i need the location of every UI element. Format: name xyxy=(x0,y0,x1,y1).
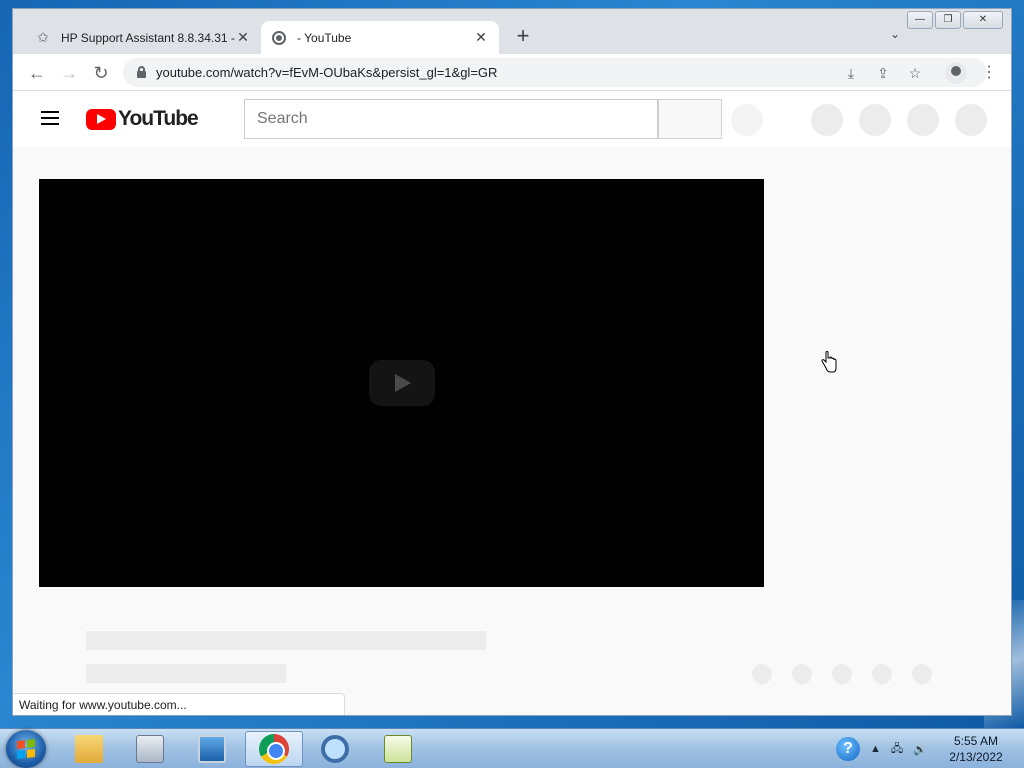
reload-button[interactable]: ↻ xyxy=(89,61,113,85)
taskbar-notepad-button[interactable] xyxy=(369,731,427,767)
taskbar-explorer-button[interactable] xyxy=(60,731,118,767)
youtube-logo-text: YouTube xyxy=(118,107,199,130)
skeleton-subtitle xyxy=(86,664,286,683)
globe-icon xyxy=(271,30,287,46)
skeleton-action-2 xyxy=(792,664,812,684)
address-bar[interactable]: youtube.com/watch?v=fEvM-OUbaKs&persist_… xyxy=(123,58,987,87)
search-input[interactable] xyxy=(244,99,658,139)
minimize-button[interactable]: — xyxy=(907,11,933,29)
hamburger-menu-icon[interactable] xyxy=(41,111,61,125)
clock-time: 5:55 AM xyxy=(953,734,999,748)
skeleton-action-3 xyxy=(832,664,852,684)
tab-search-icon[interactable]: ⌄ xyxy=(885,27,905,47)
tab-strip: ✩ HP Support Assistant 8.8.34.31 - ✕ - Y… xyxy=(13,9,1011,54)
skeleton-icon-2 xyxy=(859,104,891,136)
tab-title: HP Support Assistant 8.8.34.31 - xyxy=(61,30,235,45)
tab-youtube[interactable]: - YouTube ✕ xyxy=(261,21,499,54)
monitor-icon xyxy=(198,735,226,763)
clock-date: 2/13/2022 xyxy=(949,750,1003,764)
taskbar-remote-desktop-button[interactable] xyxy=(183,731,241,767)
close-icon[interactable]: ✕ xyxy=(473,29,489,46)
youtube-header: YouTube xyxy=(13,91,1011,147)
bookmark-star-icon[interactable]: ☆ xyxy=(905,63,925,83)
volume-icon[interactable]: 🔊 xyxy=(913,743,927,756)
profile-avatar-icon[interactable] xyxy=(945,62,967,84)
taskbar-calculator-button[interactable] xyxy=(121,731,179,767)
forward-button[interactable]: → xyxy=(57,61,81,85)
hand-cursor-icon xyxy=(821,351,837,373)
browser-toolbar: ← → ↻ youtube.com/watch?v=fEvM-OUbaKs&pe… xyxy=(13,54,1011,91)
search-button[interactable] xyxy=(658,99,722,139)
new-tab-button[interactable]: + xyxy=(511,25,535,49)
skeleton-voice-button xyxy=(731,104,763,136)
browser-window: ✩ HP Support Assistant 8.8.34.31 - ✕ - Y… xyxy=(12,8,1012,716)
chrome-icon xyxy=(259,734,289,764)
play-button-icon[interactable] xyxy=(369,360,435,406)
lock-icon[interactable] xyxy=(137,66,146,78)
network-icon[interactable]: 🖧 xyxy=(891,740,903,759)
back-button[interactable]: ← xyxy=(25,61,49,85)
start-button[interactable] xyxy=(6,730,46,768)
show-hidden-icons-icon[interactable]: ▲ xyxy=(870,743,881,755)
taskbar-chrome-button[interactable] xyxy=(245,731,303,767)
close-icon[interactable]: ✕ xyxy=(235,29,251,46)
install-icon[interactable]: ⤓ xyxy=(841,63,861,83)
status-bar: Waiting for www.youtube.com... xyxy=(13,693,345,715)
youtube-page: YouTube Waiting for www.youtube.com... xyxy=(13,91,1011,715)
tab-hp-support-assistant[interactable]: ✩ HP Support Assistant 8.8.34.31 - ✕ xyxy=(25,21,261,54)
taskbar: ? ▲ 🖧 🔊 5:55 AM 2/13/2022 xyxy=(0,728,1024,768)
video-player[interactable] xyxy=(39,179,764,587)
browser-menu-icon[interactable]: ⋮ xyxy=(981,62,997,84)
windows-flag-icon xyxy=(17,739,35,759)
restore-button[interactable]: ❐ xyxy=(935,11,961,29)
help-icon[interactable]: ? xyxy=(836,737,860,761)
tab-title: - YouTube xyxy=(297,30,352,45)
skeleton-icon-3 xyxy=(907,104,939,136)
skeleton-action-1 xyxy=(752,664,772,684)
calculator-icon xyxy=(136,735,164,763)
skeleton-icon-4 xyxy=(955,104,987,136)
skeleton-title xyxy=(86,631,486,650)
folder-icon xyxy=(75,735,103,763)
url-text[interactable]: youtube.com/watch?v=fEvM-OUbaKs&persist_… xyxy=(156,65,497,80)
notepad-icon xyxy=(384,735,412,763)
skeleton-action-4 xyxy=(872,664,892,684)
hp-star-icon: ✩ xyxy=(37,29,49,45)
youtube-logo[interactable]: YouTube xyxy=(86,107,199,130)
close-window-button[interactable]: ✕ xyxy=(963,11,1003,29)
magnifier-icon xyxy=(321,735,349,763)
taskbar-magnifier-button[interactable] xyxy=(306,731,364,767)
skeleton-action-5 xyxy=(912,664,932,684)
youtube-play-logo-icon xyxy=(86,108,116,130)
share-icon[interactable]: ⇪ xyxy=(873,63,893,83)
clock[interactable]: 5:55 AM 2/13/2022 xyxy=(940,733,1012,765)
system-tray: ? ▲ 🖧 🔊 xyxy=(836,737,927,761)
skeleton-icon-1 xyxy=(811,104,843,136)
window-controls: — ❐ ✕ xyxy=(905,11,1003,29)
